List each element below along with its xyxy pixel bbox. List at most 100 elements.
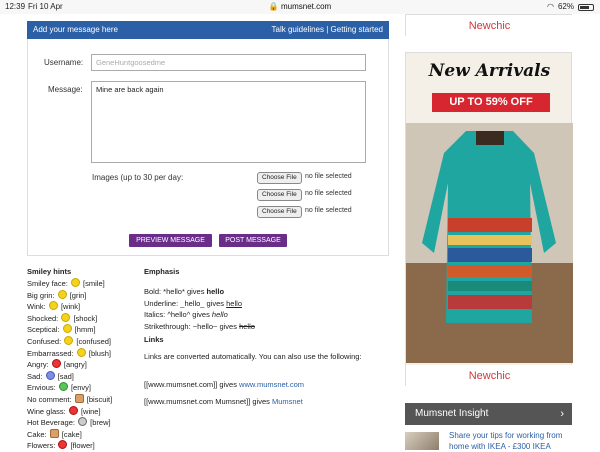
smiley-row: Wine glass: [wine] [27, 405, 112, 418]
confused-icon[interactable] [64, 335, 74, 345]
smiley-code: [confused] [76, 336, 111, 346]
insight-article-link[interactable]: Share your tips for working from home wi… [449, 431, 579, 452]
chevron-right-icon: › [560, 408, 564, 420]
smiley-code: [grin] [69, 290, 87, 300]
grin-icon[interactable] [57, 289, 67, 299]
smiley-name: Embarrassed: [27, 348, 74, 358]
status-bar: 12:39 Fri 10 Apr 🔒 mumsnet.com ◠ 62% [0, 0, 600, 14]
message-header-bar: Add your message here Talk guidelines | … [27, 21, 389, 39]
smiley-row: Confused: [confused] [27, 335, 112, 348]
envy-icon[interactable] [58, 382, 68, 392]
smiley-row: Wink: [wink] [27, 301, 112, 313]
newchic-logo: Newchic [406, 365, 573, 387]
lock-icon: 🔒 [268, 2, 279, 11]
smiley-name: Smiley face: [27, 279, 68, 288]
post-message-button[interactable]: POST MESSAGE [219, 234, 287, 247]
choose-file-button-1[interactable]: Choose File [257, 172, 302, 184]
smiley-row: Shocked: [shock] [27, 312, 112, 325]
mumsnet-insight-header[interactable]: Mumsnet Insight › [405, 403, 572, 425]
emphasis-list: Bold: *hello* gives hello Underline: _he… [144, 286, 255, 332]
links-example-1: [[www.mumsnet.com]] gives www.mumsnet.co… [144, 379, 384, 391]
flower-icon[interactable] [58, 440, 68, 450]
smiley-name: Flowers: [27, 441, 56, 451]
biscuit-icon[interactable] [74, 393, 84, 403]
smiley-code: [angry] [63, 360, 87, 370]
links-title: Links [144, 335, 164, 344]
links-description: Links are converted automatically. You c… [144, 352, 362, 361]
ad-banner-top[interactable]: Newchic [405, 14, 573, 37]
smiley-row: Sceptical: [hmm] [27, 324, 112, 336]
emphasis-text: Bold: *hello* gives [144, 287, 207, 296]
username-field[interactable]: GeneHuntgoosedme [91, 54, 366, 71]
smiley-code: [smile] [83, 279, 105, 288]
insight-thumbnail[interactable] [405, 432, 439, 450]
file-status-2: no file selected [305, 190, 352, 197]
emphasis-text: Underline: _hello_ gives [144, 298, 227, 308]
message-textarea[interactable]: Mine are back again [91, 81, 366, 163]
smiley-code: [wink] [60, 302, 81, 312]
wink-icon[interactable] [48, 301, 58, 311]
smiley-name: Angry: [27, 360, 49, 370]
file-status-1: no file selected [305, 173, 352, 180]
angry-icon[interactable] [51, 359, 61, 369]
strike-sample: hello [239, 321, 255, 331]
emphasis-text: Strikethrough: ~hello~ gives [144, 321, 240, 331]
mumsnet-link[interactable]: Mumsnet [272, 397, 303, 406]
choose-file-button-2[interactable]: Choose File [257, 189, 302, 201]
header-links[interactable]: Talk guidelines | Getting started [272, 21, 383, 39]
smiley-name: No comment: [27, 394, 72, 404]
emphasis-title: Emphasis [144, 267, 180, 276]
smiley-code: [wine] [80, 406, 101, 416]
smiley-code: [shock] [73, 313, 98, 323]
newchic-logo: Newchic [406, 15, 573, 37]
brew-icon[interactable] [78, 417, 88, 427]
smiley-name: Confused: [27, 336, 62, 346]
images-label: Images (up to 30 per day: [92, 173, 184, 182]
hmm-icon[interactable] [62, 324, 72, 334]
smiley-code: [brew] [90, 418, 111, 428]
smiley-name: Big grin: [27, 290, 55, 300]
cake-icon[interactable] [49, 428, 59, 438]
smiley-name: Sceptical: [27, 325, 60, 335]
battery-icon [578, 3, 594, 11]
insight-title: Mumsnet Insight [415, 408, 489, 419]
emphasis-text: Italics: ^hello^ gives [144, 310, 212, 319]
address-bar[interactable]: 🔒 mumsnet.com [0, 1, 600, 13]
smiley-code: [envy] [70, 383, 91, 393]
shock-icon[interactable] [61, 312, 71, 322]
battery-percent: 62% [557, 2, 574, 11]
smile-icon[interactable] [70, 278, 80, 287]
emphasis-strike-row: Strikethrough: ~hello~ gives hello [144, 321, 255, 333]
smiley-row: Embarrassed: [blush] [27, 347, 112, 360]
smiley-name: Sad: [27, 371, 43, 381]
smiley-hints-title: Smiley hints [27, 267, 72, 276]
smiley-code: [biscuit] [86, 394, 113, 404]
smiley-row: Flowers: [flower] [27, 440, 112, 452]
smiley-row: Big grin: [grin] [27, 289, 112, 302]
sad-icon[interactable] [45, 370, 55, 380]
smiley-name: Envious: [27, 383, 56, 393]
ad-promo-badge: UP TO 59% OFF [432, 93, 550, 112]
mumsnet-url-link[interactable]: www.mumsnet.com [239, 380, 304, 389]
message-label: Message: [48, 85, 83, 94]
preview-message-button[interactable]: PREVIEW MESSAGE [129, 234, 212, 247]
smiley-row: Envious: [envy] [27, 382, 112, 394]
smiley-name: Wine glass: [27, 406, 66, 416]
smiley-code: [cake] [61, 429, 82, 439]
choose-file-button-3[interactable]: Choose File [257, 206, 302, 218]
username-placeholder: GeneHuntgoosedme [96, 58, 166, 67]
smiley-name: Shocked: [27, 313, 59, 323]
wine-icon[interactable] [68, 405, 78, 415]
emphasis-underline-row: Underline: _hello_ gives hello [144, 298, 255, 310]
links-example-2: [[www.mumsnet.com Mumsnet]] gives Mumsne… [144, 396, 384, 408]
blush-icon[interactable] [76, 347, 86, 357]
smiley-row: Hot Beverage: [brew] [27, 417, 112, 429]
address-url: mumsnet.com [280, 2, 332, 11]
links-example-text: [[www.mumsnet.com]] gives [144, 380, 240, 389]
italics-sample: hello [211, 310, 228, 319]
ad-banner-newchic[interactable]: New Arrivals UP TO 59% OFF Newchic [405, 52, 573, 387]
smiley-code: [hmm] [74, 325, 96, 335]
smiley-row: No comment: [biscuit] [27, 393, 113, 406]
message-header-title: Add your message here [33, 25, 118, 34]
wifi-icon: ◠ [547, 2, 554, 11]
